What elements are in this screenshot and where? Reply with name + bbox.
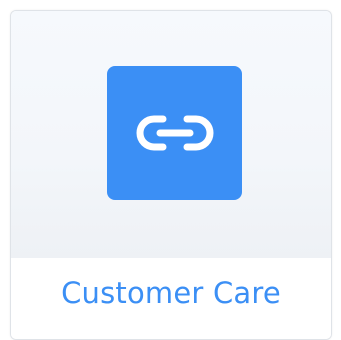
- card-preview-area: [11, 11, 331, 258]
- link-icon: [136, 115, 213, 151]
- card-footer: Customer Care: [11, 258, 331, 339]
- app-card-customer-care[interactable]: Customer Care: [10, 10, 332, 340]
- card-title: Customer Care: [61, 276, 281, 310]
- app-icon-tile: [107, 66, 242, 200]
